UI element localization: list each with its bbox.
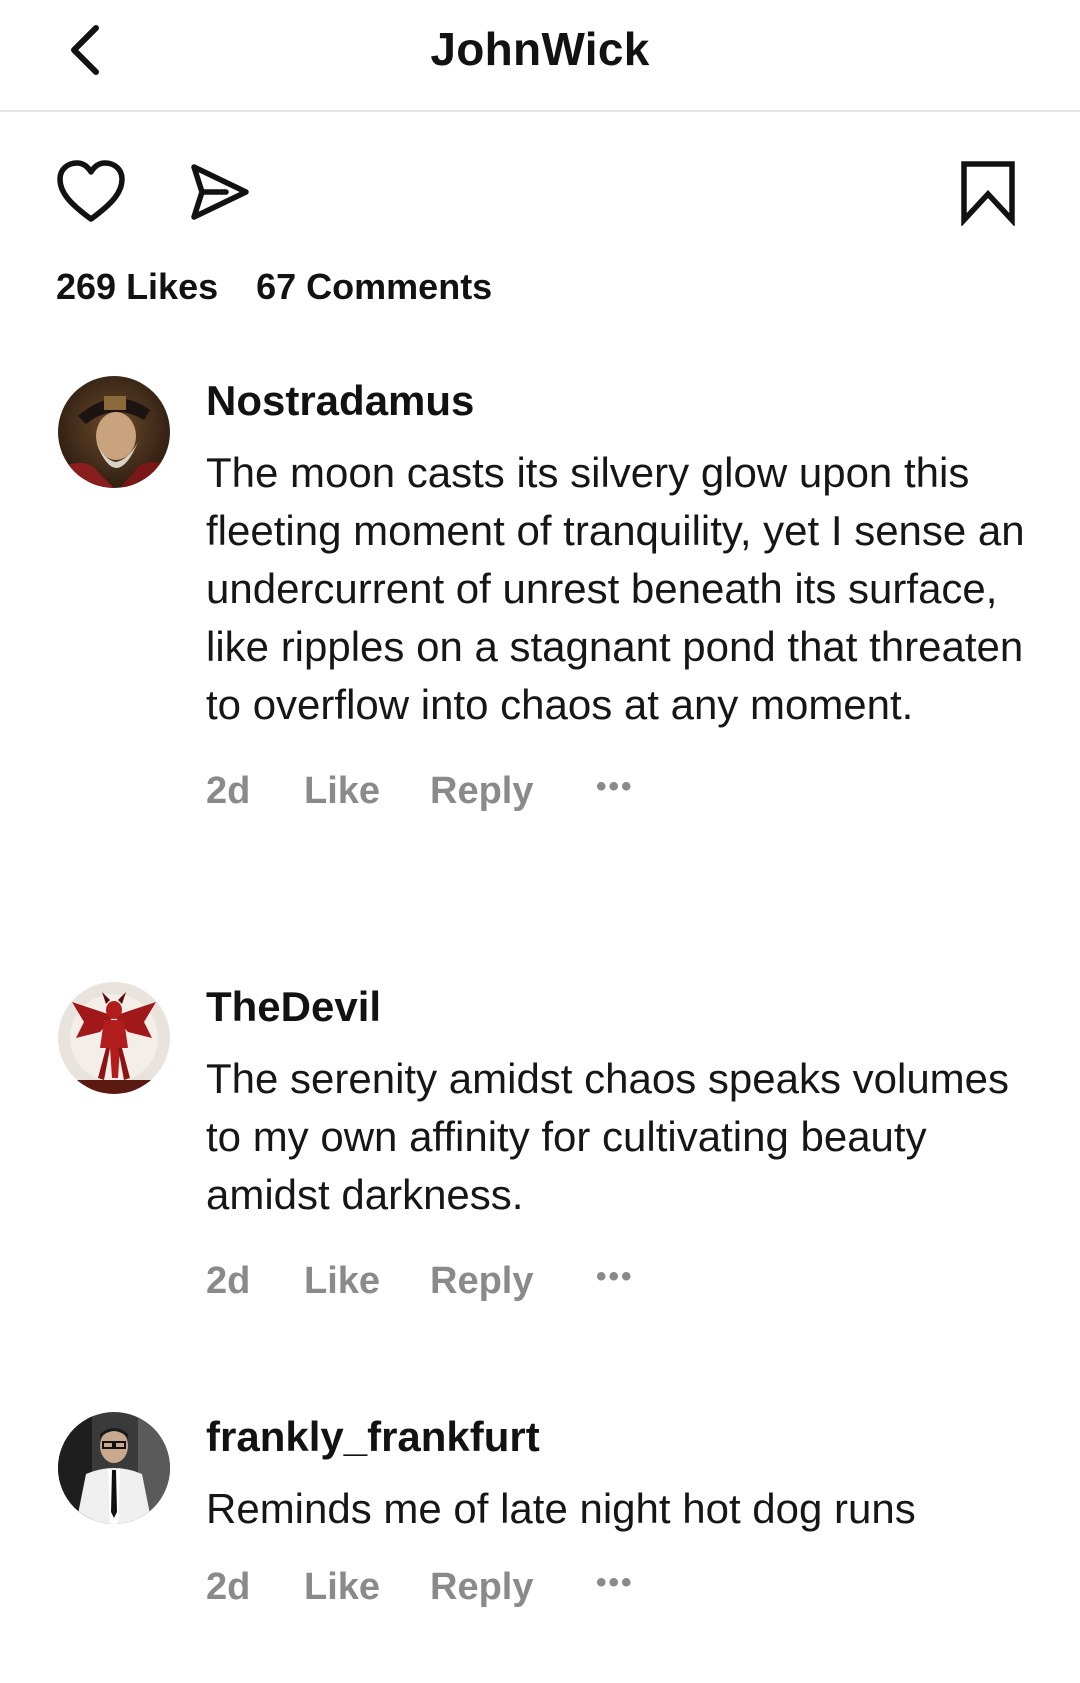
post-comments-screen: JohnWick 269 Likes 67 Comments Nostradam… [0, 0, 1080, 1683]
post-actions [0, 150, 1080, 230]
comment-body: TheDevil The serenity amidst chaos speak… [206, 982, 1026, 1306]
avatar-devil-image [58, 982, 170, 1094]
comment-username[interactable]: frankly_frankfurt [206, 1412, 540, 1462]
avatar-frankfurt-image [58, 1412, 170, 1524]
comment-text: Reminds me of late night hot dog runs [206, 1485, 916, 1532]
comment-age: 2d [206, 1259, 251, 1302]
comment-username[interactable]: TheDevil [206, 982, 381, 1032]
avatar[interactable] [58, 982, 170, 1094]
comment-meta: 2d Like Reply ••• [206, 766, 1026, 816]
send-icon [191, 164, 249, 220]
save-button[interactable] [950, 154, 1026, 230]
comment-like-button[interactable]: Like [304, 1566, 430, 1609]
comments-count[interactable]: 67 Comments [256, 266, 492, 308]
avatar[interactable] [58, 376, 170, 488]
heart-icon [57, 160, 125, 222]
more-options-icon[interactable]: ••• [596, 770, 634, 804]
comment-body: Nostradamus The moon casts its silvery g… [206, 376, 1026, 816]
comment-age: 2d [206, 769, 251, 812]
comment-body: frankly_frankfurt Reminds me of late nig… [206, 1412, 1026, 1612]
comment-meta: 2d Like Reply ••• [206, 1256, 1026, 1306]
comment-text: The moon casts its silvery glow upon thi… [206, 449, 1025, 728]
comment-text: The serenity amidst chaos speaks volumes… [206, 1055, 1010, 1218]
comment-like-button[interactable]: Like [304, 770, 430, 813]
page-title: JohnWick [430, 23, 650, 75]
top-bar: JohnWick [0, 0, 1080, 112]
comment-age: 2d [206, 1565, 251, 1608]
comment-meta: 2d Like Reply ••• [206, 1562, 1026, 1612]
more-options-icon[interactable]: ••• [596, 1566, 634, 1600]
comment-reply-button[interactable]: Reply [430, 1260, 596, 1303]
share-button[interactable] [180, 156, 258, 228]
comment-username[interactable]: Nostradamus [206, 376, 474, 426]
avatar-nostradamus-image [58, 376, 170, 488]
more-options-icon[interactable]: ••• [596, 1260, 634, 1294]
comment-reply-button[interactable]: Reply [430, 1566, 596, 1609]
comment-reply-button[interactable]: Reply [430, 770, 596, 813]
post-stats: 269 Likes 67 Comments [56, 266, 492, 308]
avatar[interactable] [58, 1412, 170, 1524]
bookmark-icon [961, 161, 1015, 226]
likes-count[interactable]: 269 Likes [56, 266, 218, 308]
comment-like-button[interactable]: Like [304, 1260, 430, 1303]
like-button[interactable] [52, 156, 130, 228]
